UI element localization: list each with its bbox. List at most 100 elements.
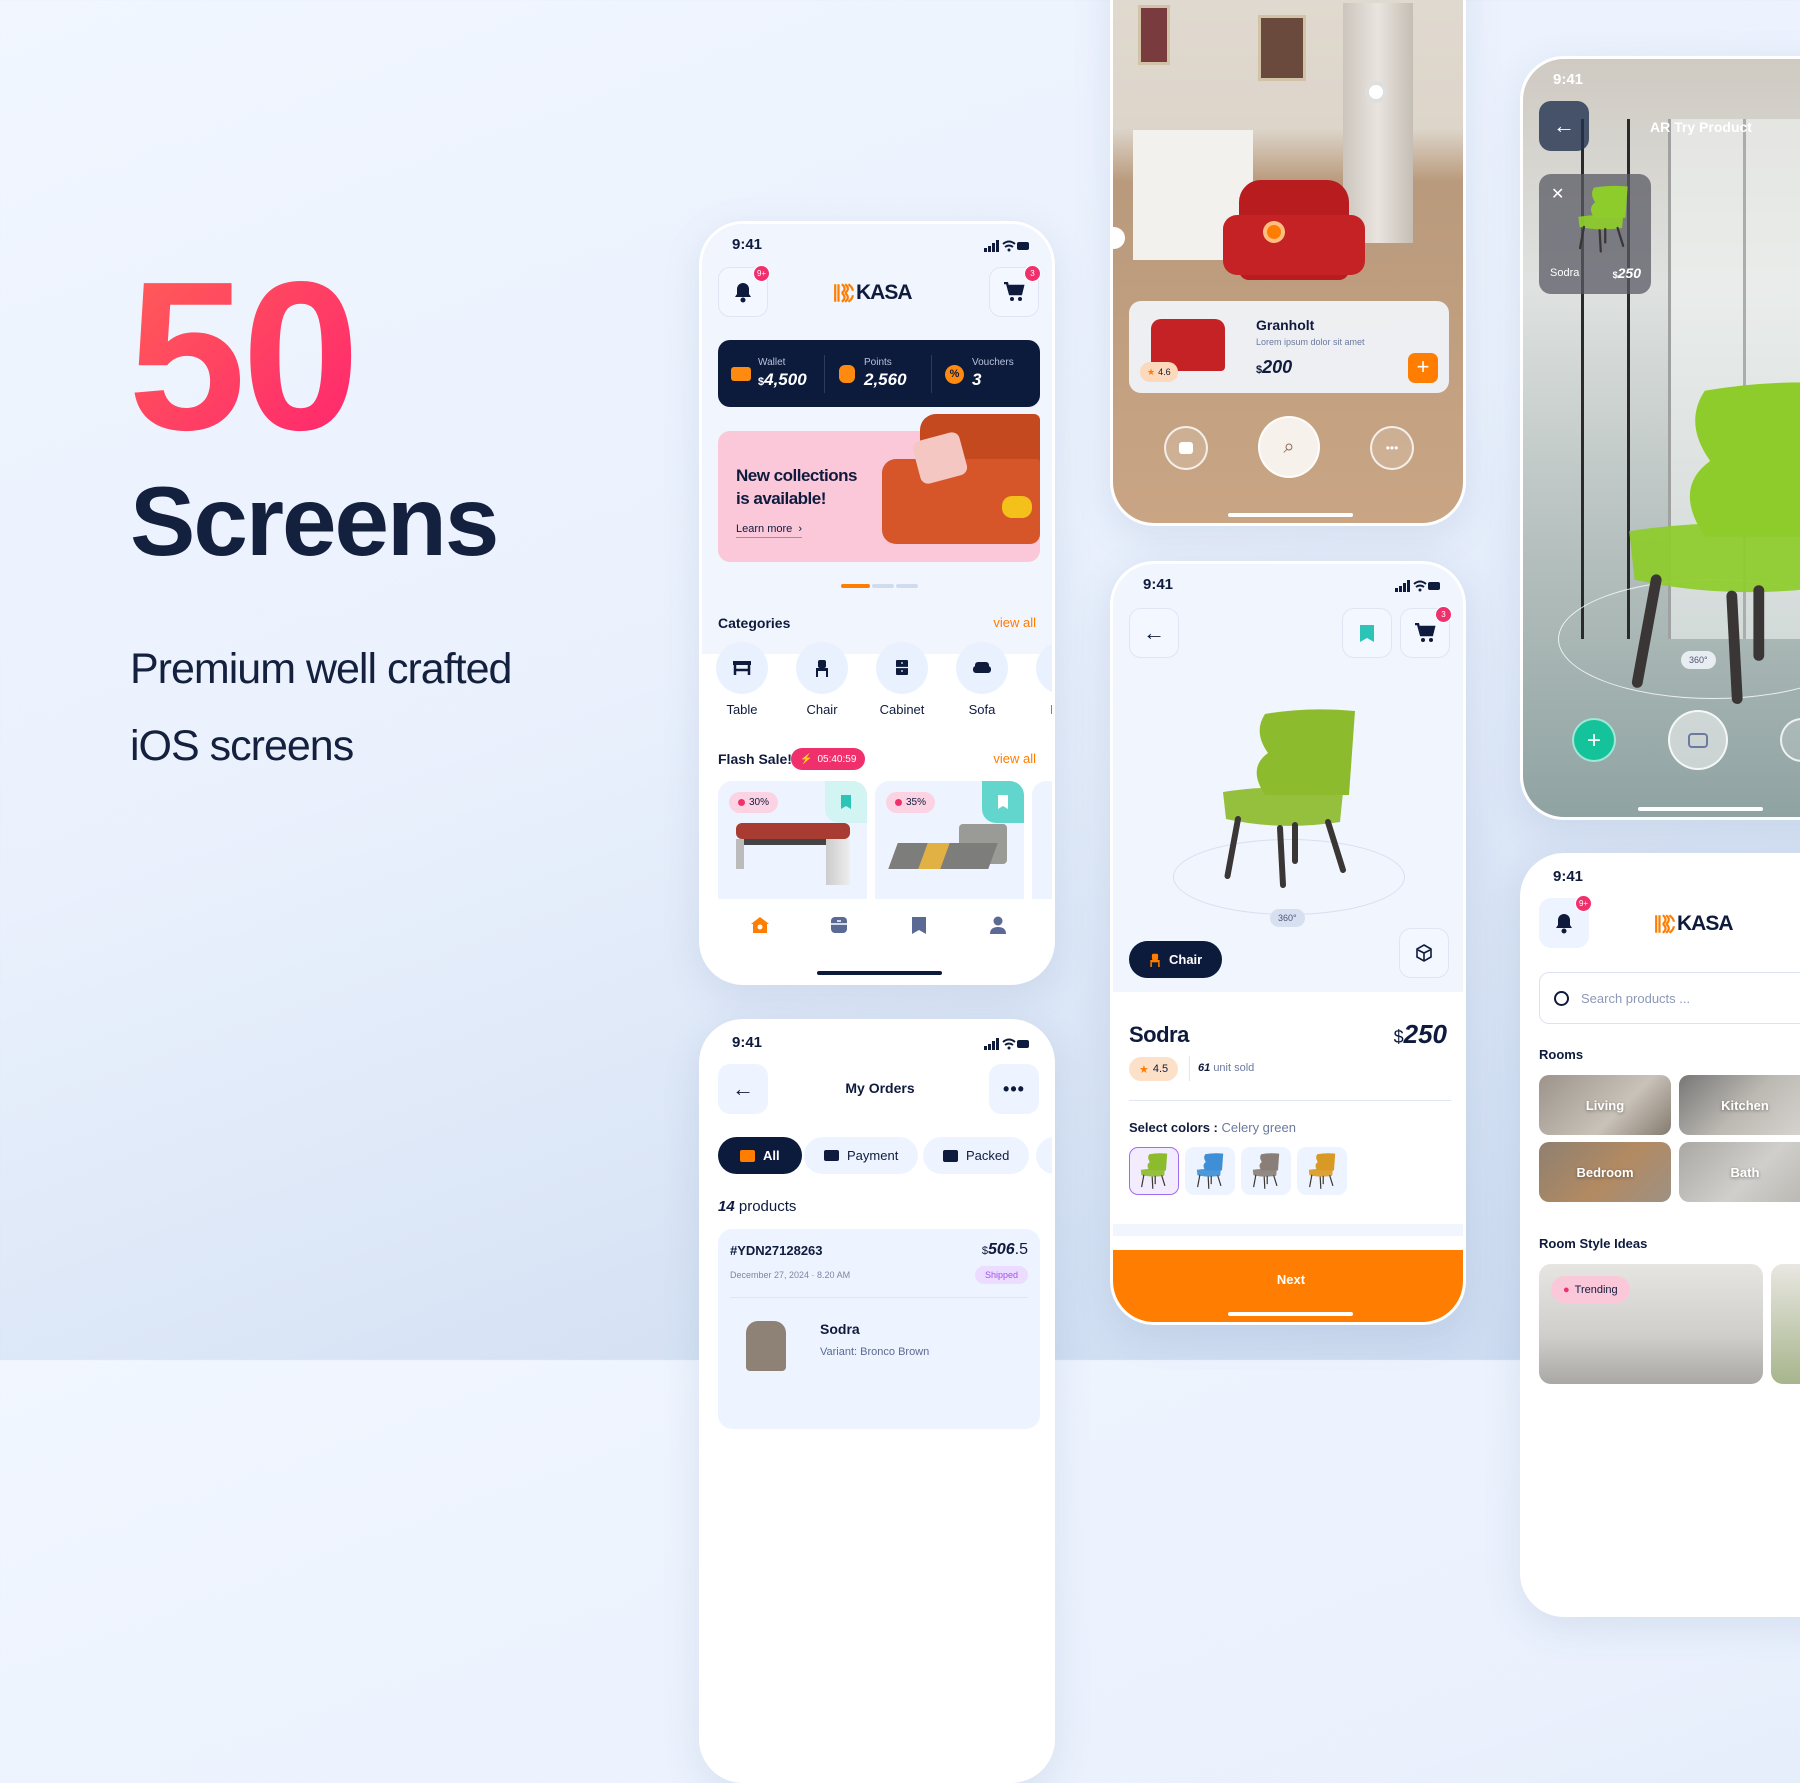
ar-anchor-point[interactable] <box>1365 81 1387 103</box>
item-variant: Variant: Bronco Brown <box>820 1346 930 1358</box>
product-price: $200 <box>1256 357 1293 377</box>
carousel-dot[interactable] <box>872 584 894 588</box>
swatch-celery-green[interactable] <box>1129 1147 1179 1195</box>
back-button[interactable]: ← <box>1129 608 1179 658</box>
capture-button[interactable] <box>1668 710 1728 770</box>
flash-sale-product[interactable]: 30% <box>718 781 867 911</box>
vouchers-value: 3 <box>972 370 982 389</box>
category-cabinet[interactable]: Cabinet <box>876 642 937 717</box>
discount-icon: % <box>945 365 964 384</box>
home-icon[interactable] <box>750 916 770 934</box>
cart-icon <box>1004 282 1025 301</box>
room-kitchen[interactable]: Kitchen <box>1679 1075 1800 1135</box>
flash-sale-product[interactable]: 35% <box>875 781 1024 911</box>
product-image-chair <box>1214 698 1364 898</box>
carousel-dot-active[interactable] <box>841 584 870 588</box>
home-screen: 9:41 9+ KASA 3 Wallet $4,500 Points 2,56… <box>699 221 1055 985</box>
hero-subtitle-line1: Premium well crafted <box>130 645 512 693</box>
product-card[interactable]: ★ 4.6 Granholt Lorem ipsum dolor sit amet… <box>1129 301 1449 393</box>
close-icon[interactable]: ✕ <box>1551 184 1564 204</box>
medal-icon <box>839 365 855 383</box>
flash-sale-view-all[interactable]: view all <box>993 751 1036 766</box>
room-bedroom[interactable]: Bedroom <box>1539 1142 1671 1202</box>
trending-badge: ● Trending <box>1551 1276 1630 1303</box>
chair-icon <box>816 660 828 677</box>
lightning-icon: ⚡ <box>800 753 813 765</box>
tab-all[interactable]: All <box>718 1137 802 1174</box>
swatch-mustard[interactable] <box>1297 1147 1347 1195</box>
swatch-grey[interactable] <box>1241 1147 1291 1195</box>
order-card[interactable]: #YDN27128263 $506.5 December 27, 2024 · … <box>718 1229 1040 1429</box>
add-to-cart-button[interactable]: + <box>1408 353 1438 383</box>
order-id: #YDN27128263 <box>730 1243 823 1258</box>
product-name: Sodra <box>1129 1022 1189 1047</box>
bookmark-icon[interactable] <box>911 916 927 935</box>
vouchers-label: Vouchers <box>972 357 1014 368</box>
notification-button[interactable]: 9+ <box>718 265 770 317</box>
logo-mark-icon <box>833 282 855 304</box>
bookmark-icon <box>1360 624 1374 642</box>
bed-icon <box>1051 661 1055 675</box>
categories-view-all[interactable]: view all <box>993 615 1036 630</box>
category-chair[interactable]: Chair <box>796 642 857 717</box>
selected-product-card[interactable]: ✕ Sodra $250 <box>1539 174 1651 294</box>
bell-icon <box>735 283 751 303</box>
gallery-button[interactable] <box>1164 426 1208 470</box>
status-icons <box>984 1038 1030 1050</box>
cart-icon <box>1415 623 1436 642</box>
style-idea-card[interactable] <box>1771 1264 1800 1384</box>
ar-view-button[interactable] <box>1399 928 1449 978</box>
product-name: Granholt <box>1256 317 1315 333</box>
banner-title-line1: New collections <box>736 466 857 485</box>
order-date: December 27, 2024 · 8.20 AM <box>730 1270 851 1280</box>
balance-card[interactable]: Wallet $4,500 Points 2,560 % Vouchers 3 <box>718 340 1040 407</box>
carousel-dot[interactable] <box>896 584 918 588</box>
search-button[interactable]: ⌕ <box>1258 416 1320 478</box>
sofa-icon <box>973 662 991 673</box>
wallet-label: Wallet <box>758 357 786 368</box>
category-table[interactable]: Table <box>716 642 777 717</box>
room-living[interactable]: Living <box>1539 1075 1671 1135</box>
product-price: $250 <box>1393 1019 1447 1049</box>
archive-icon[interactable] <box>830 916 848 934</box>
user-icon[interactable] <box>990 916 1006 935</box>
ar-anchor-point[interactable] <box>1263 221 1285 243</box>
home-indicator <box>1228 513 1353 517</box>
notification-button[interactable]: 9+ <box>1539 895 1592 948</box>
more-icon: ••• <box>1385 441 1399 455</box>
cart-badge: 3 <box>1024 265 1041 282</box>
discount-badge: 35% <box>886 792 936 813</box>
rotation-label: 360° <box>1681 651 1716 669</box>
item-name: Sodra <box>820 1321 860 1337</box>
card-icon <box>824 1150 839 1161</box>
bookmark-button[interactable] <box>825 781 867 823</box>
bookmark-button[interactable] <box>1342 608 1392 658</box>
category-bed[interactable]: Bed <box>1036 642 1055 717</box>
search-icon <box>1554 990 1569 1006</box>
tab-packed[interactable]: Packed <box>923 1137 1030 1174</box>
swatch-blue[interactable] <box>1185 1147 1235 1195</box>
bench-image <box>736 823 850 839</box>
bookmark-button[interactable] <box>982 781 1024 823</box>
style-idea-card[interactable]: ● Trending <box>1539 1264 1763 1384</box>
more-icon: ••• <box>1003 1078 1025 1099</box>
status-icons <box>984 240 1030 252</box>
rooms-title: Rooms <box>1539 1047 1584 1062</box>
order-price: $506.5 <box>981 1241 1028 1258</box>
learn-more-link[interactable]: Learn more › <box>736 523 803 538</box>
tab-payment[interactable]: Payment <box>804 1137 919 1174</box>
add-button[interactable]: + <box>1572 718 1616 762</box>
explore-rooms-screen: 9:41 9+ KASA Search products ... Rooms L… <box>1520 853 1800 1617</box>
more-button[interactable]: ••• <box>1370 426 1414 470</box>
more-button[interactable] <box>1780 718 1800 762</box>
bookmark-icon <box>998 795 1008 809</box>
search-input[interactable]: Search products ... <box>1539 972 1800 1024</box>
room-bath[interactable]: Bath <box>1679 1142 1800 1202</box>
cart-button[interactable]: 3 <box>1400 606 1452 658</box>
category-sofa[interactable]: Sofa <box>956 642 1017 717</box>
logo-mark-icon <box>1654 913 1676 935</box>
points-label: Points <box>864 357 892 368</box>
cart-button[interactable]: 3 <box>989 265 1041 317</box>
category-chip[interactable]: Chair <box>1129 941 1223 978</box>
more-button[interactable]: ••• <box>989 1064 1039 1114</box>
